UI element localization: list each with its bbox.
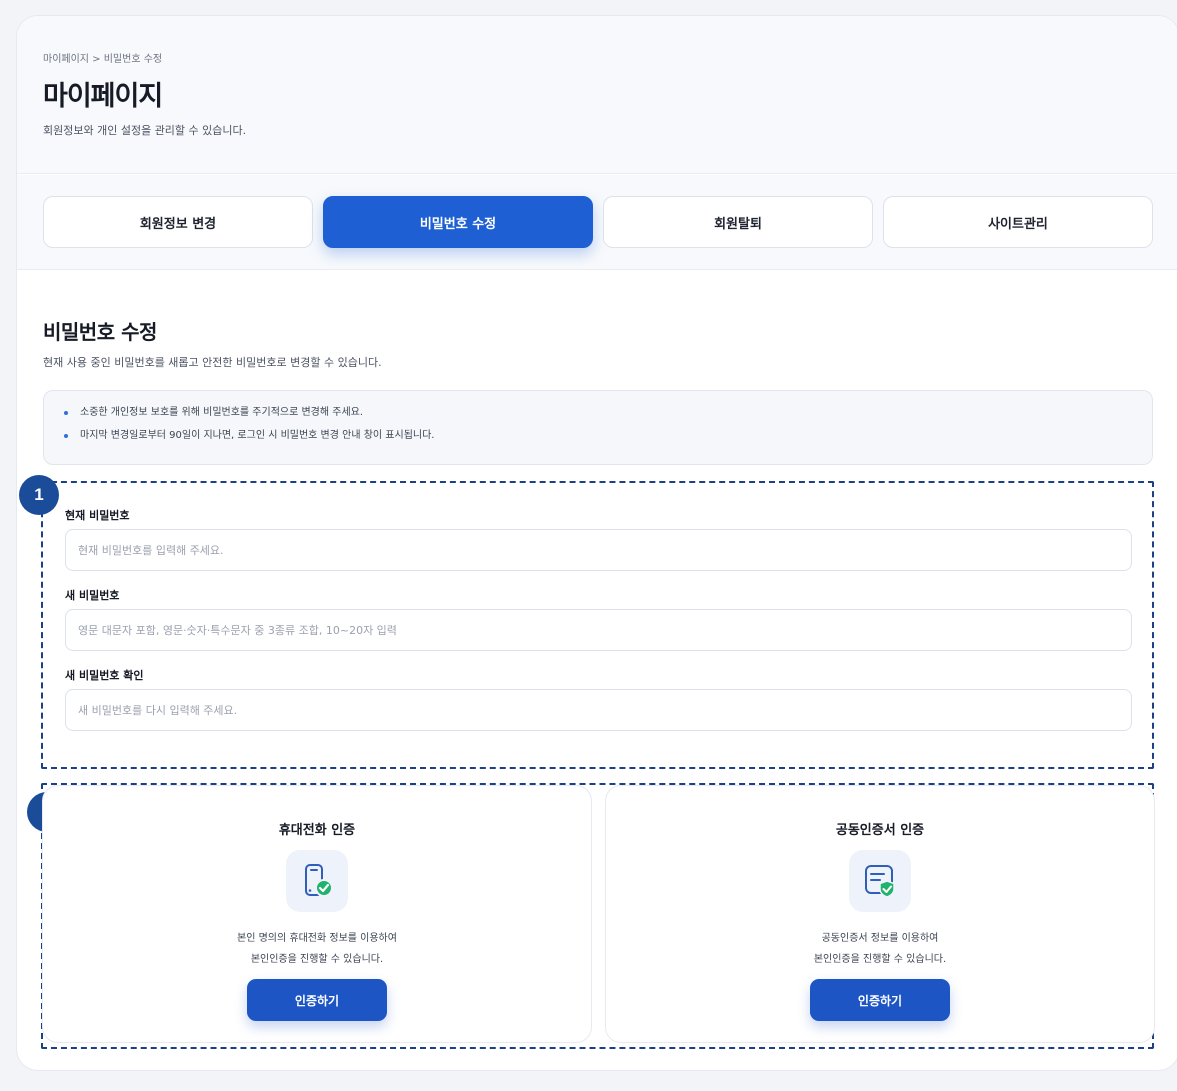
certificate-auth-title: 공동인증서 인증 bbox=[835, 823, 925, 838]
new-password-input[interactable] bbox=[65, 609, 1132, 651]
description-line: 공동인증서 정보를 이용하여 bbox=[821, 933, 939, 944]
bullet-icon bbox=[64, 434, 68, 438]
notice-item: 소중한 개인정보 보호를 위해 비밀번호를 주기적으로 변경해 주세요. bbox=[64, 407, 1132, 419]
page-title: 마이페이지 bbox=[43, 81, 163, 112]
description-line: 본인인증을 진행할 수 있습니다. bbox=[813, 954, 947, 965]
notice-text: 마지막 변경일로부터 90일이 지나면, 로그인 시 비밀번호 변경 안내 창이… bbox=[80, 430, 435, 441]
tab-site-management[interactable]: 사이트관리 bbox=[883, 196, 1153, 248]
tab-password-change[interactable]: 비밀번호 수정 bbox=[323, 196, 593, 248]
section-subtitle: 현재 사용 중인 비밀번호를 새롭고 안전한 비밀번호로 변경할 수 있습니다. bbox=[43, 356, 382, 369]
certificate-auth-description: 공동인증서 정보를 이용하여 본인인증을 진행할 수 있습니다. bbox=[606, 928, 1154, 970]
mypage-card: 마이페이지 > 비밀번호 수정 마이페이지 회원정보와 개인 설정을 관리할 수… bbox=[16, 15, 1177, 1071]
phone-verify-button[interactable]: 인증하기 bbox=[247, 979, 387, 1021]
phone-auth-description: 본인 명의의 휴대전화 정보를 이용하여 본인인증을 진행할 수 있습니다. bbox=[43, 928, 591, 970]
confirm-password-label: 새 비밀번호 확인 bbox=[65, 669, 144, 682]
description-line: 본인 명의의 휴대전화 정보를 이용하여 bbox=[237, 933, 397, 944]
phone-auth-title: 휴대전화 인증 bbox=[278, 823, 356, 838]
current-password-label: 현재 비밀번호 bbox=[65, 509, 130, 522]
tab-member-info[interactable]: 회원정보 변경 bbox=[43, 196, 313, 248]
notice-box: 소중한 개인정보 보호를 위해 비밀번호를 주기적으로 변경해 주세요. 마지막… bbox=[43, 390, 1153, 465]
current-password-input[interactable] bbox=[65, 529, 1132, 571]
bullet-icon bbox=[64, 411, 68, 415]
page-subtitle: 회원정보와 개인 설정을 관리할 수 있습니다. bbox=[43, 124, 247, 137]
confirm-password-input[interactable] bbox=[65, 689, 1132, 731]
new-password-label: 새 비밀번호 bbox=[65, 589, 120, 602]
notice-item: 마지막 변경일로부터 90일이 지나면, 로그인 시 비밀번호 변경 안내 창이… bbox=[64, 430, 1132, 442]
certificate-check-icon bbox=[849, 850, 911, 912]
tab-withdrawal[interactable]: 회원탈퇴 bbox=[603, 196, 873, 248]
tab-bar: 회원정보 변경 비밀번호 수정 회원탈퇴 사이트관리 bbox=[17, 175, 1177, 270]
phone-auth-card: 휴대전화 인증 본인 명의의 휴대전화 정보를 이용하여 본인인증을 진행할 수… bbox=[42, 785, 592, 1043]
page-header: 마이페이지 > 비밀번호 수정 마이페이지 회원정보와 개인 설정을 관리할 수… bbox=[17, 16, 1177, 174]
description-line: 본인인증을 진행할 수 있습니다. bbox=[250, 954, 384, 965]
section-title: 비밀번호 수정 bbox=[43, 320, 157, 344]
certificate-verify-button[interactable]: 인증하기 bbox=[810, 979, 950, 1021]
breadcrumb: 마이페이지 > 비밀번호 수정 bbox=[43, 54, 163, 65]
certificate-auth-card: 공동인증서 인증 공동인증서 정보를 이용하여 본인인증을 진행할 수 있습니다… bbox=[605, 785, 1155, 1043]
notice-text: 소중한 개인정보 보호를 위해 비밀번호를 주기적으로 변경해 주세요. bbox=[80, 407, 364, 418]
step-badge-1: 1 bbox=[19, 475, 59, 515]
phone-check-icon bbox=[286, 850, 348, 912]
